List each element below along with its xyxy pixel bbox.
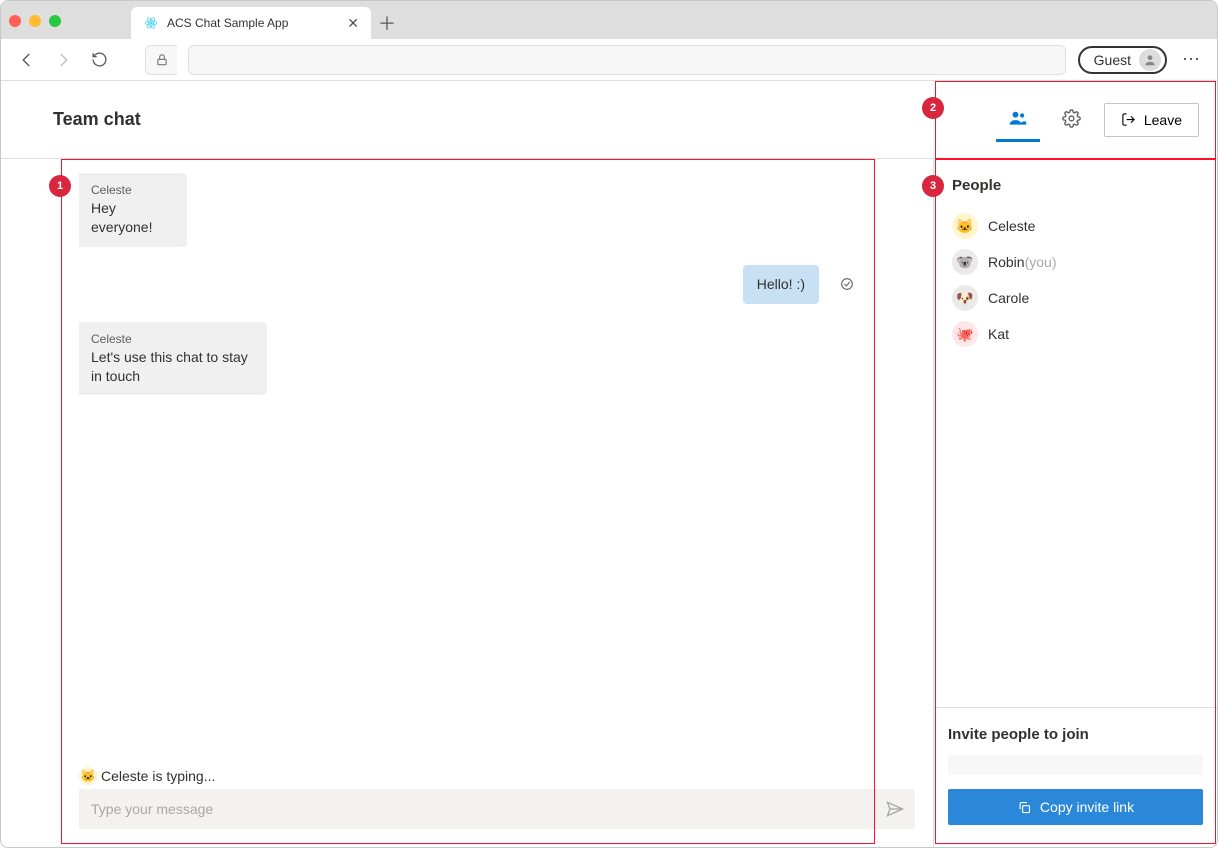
lock-icon <box>145 45 177 75</box>
participant-avatar: 🐶 <box>952 285 978 311</box>
browser-window: ACS Chat Sample App ✕ ＋ Guest ⋯ <box>0 0 1218 848</box>
minimize-window-button[interactable] <box>29 15 41 27</box>
browser-nav-bar: Guest ⋯ <box>1 39 1217 81</box>
annotation-badge-2: 2 <box>922 97 944 119</box>
message-text: Hey everyone! <box>91 199 173 237</box>
profile-button[interactable]: Guest <box>1078 46 1167 74</box>
react-icon <box>143 15 159 31</box>
participant-row[interactable]: 🐱 Celeste <box>948 208 1203 244</box>
invite-section: Invite people to join Copy invite link <box>934 707 1217 847</box>
message-bubble: Celeste Hey everyone! <box>79 173 187 247</box>
title-bar: ACS Chat Sample App ✕ ＋ <box>1 1 1217 39</box>
chat-area: 🐱 Celeste Hey everyone! Hello! :) <box>1 159 933 847</box>
new-tab-button[interactable]: ＋ <box>371 7 403 39</box>
message-list: 🐱 Celeste Hey everyone! Hello! :) <box>79 173 915 767</box>
participant-name-text: Robin <box>988 254 1025 270</box>
invite-link-field[interactable] <box>948 755 1203 775</box>
url-bar[interactable] <box>188 45 1066 75</box>
participant-avatar: 🐱 <box>952 213 978 239</box>
message-status-icon <box>839 276 855 292</box>
app-header: Team chat Leave <box>1 81 1217 159</box>
participant-row[interactable]: 🐙 Kat <box>948 316 1203 352</box>
person-icon <box>1139 49 1161 71</box>
close-tab-icon[interactable]: ✕ <box>347 15 359 32</box>
more-menu-button[interactable]: ⋯ <box>1179 48 1203 72</box>
participant-row[interactable]: 🐨 Robin(you) <box>948 244 1203 280</box>
people-tab-button[interactable] <box>996 98 1040 142</box>
message-row: 🐱 Celeste Let's use this chat to stay in… <box>79 322 915 396</box>
forward-button[interactable] <box>51 48 75 72</box>
leave-button[interactable]: Leave <box>1104 103 1199 137</box>
message-row-self: Hello! :) <box>79 265 915 304</box>
copy-icon <box>1017 800 1032 815</box>
copy-label: Copy invite link <box>1040 799 1134 815</box>
app-content: Team chat Leave <box>1 81 1217 847</box>
message-bubble: Hello! :) <box>743 265 819 304</box>
annotation-badge-1: 1 <box>49 175 71 197</box>
refresh-button[interactable] <box>87 48 111 72</box>
participant-name: Carole <box>988 290 1029 306</box>
participant-avatar: 🐙 <box>952 321 978 347</box>
header-actions: Leave <box>933 81 1217 158</box>
message-text: Hello! :) <box>757 275 805 294</box>
send-button[interactable] <box>885 799 905 819</box>
participant-row[interactable]: 🐶 Carole <box>948 280 1203 316</box>
settings-tab-button[interactable] <box>1050 98 1094 142</box>
window-controls <box>9 15 61 39</box>
back-button[interactable] <box>15 48 39 72</box>
you-suffix: (you) <box>1025 254 1057 270</box>
participant-name: Celeste <box>988 218 1035 234</box>
compose-area <box>79 789 915 829</box>
typing-avatar: 🐱 <box>79 767 97 785</box>
message-input[interactable] <box>89 800 885 818</box>
participant-name: Robin(you) <box>988 254 1057 270</box>
tab-title: ACS Chat Sample App <box>167 16 339 30</box>
leave-icon <box>1121 112 1136 127</box>
app-body: 🐱 Celeste Hey everyone! Hello! :) <box>1 159 1217 847</box>
leave-label: Leave <box>1144 112 1182 128</box>
close-window-button[interactable] <box>9 15 21 27</box>
message-text: Let's use this chat to stay in touch <box>91 348 253 386</box>
copy-invite-link-button[interactable]: Copy invite link <box>948 789 1203 825</box>
profile-label: Guest <box>1094 52 1131 68</box>
sidebar: People 🐱 Celeste 🐨 Robin(you) 🐶 Carole <box>933 159 1217 847</box>
people-heading: People <box>952 177 1203 194</box>
maximize-window-button[interactable] <box>49 15 61 27</box>
message-row: 🐱 Celeste Hey everyone! <box>79 173 915 247</box>
invite-heading: Invite people to join <box>948 726 1203 743</box>
typing-indicator: 🐱 Celeste is typing... <box>79 767 915 785</box>
message-bubble: Celeste Let's use this chat to stay in t… <box>79 322 267 396</box>
message-sender: Celeste <box>91 332 253 346</box>
participant-name: Kat <box>988 326 1009 342</box>
message-sender: Celeste <box>91 183 173 197</box>
typing-text: Celeste is typing... <box>101 768 215 784</box>
browser-tab[interactable]: ACS Chat Sample App ✕ <box>131 7 371 39</box>
page-title: Team chat <box>1 109 933 130</box>
people-list: People 🐱 Celeste 🐨 Robin(you) 🐶 Carole <box>934 159 1217 707</box>
annotation-badge-3: 3 <box>922 175 944 197</box>
participant-avatar: 🐨 <box>952 249 978 275</box>
